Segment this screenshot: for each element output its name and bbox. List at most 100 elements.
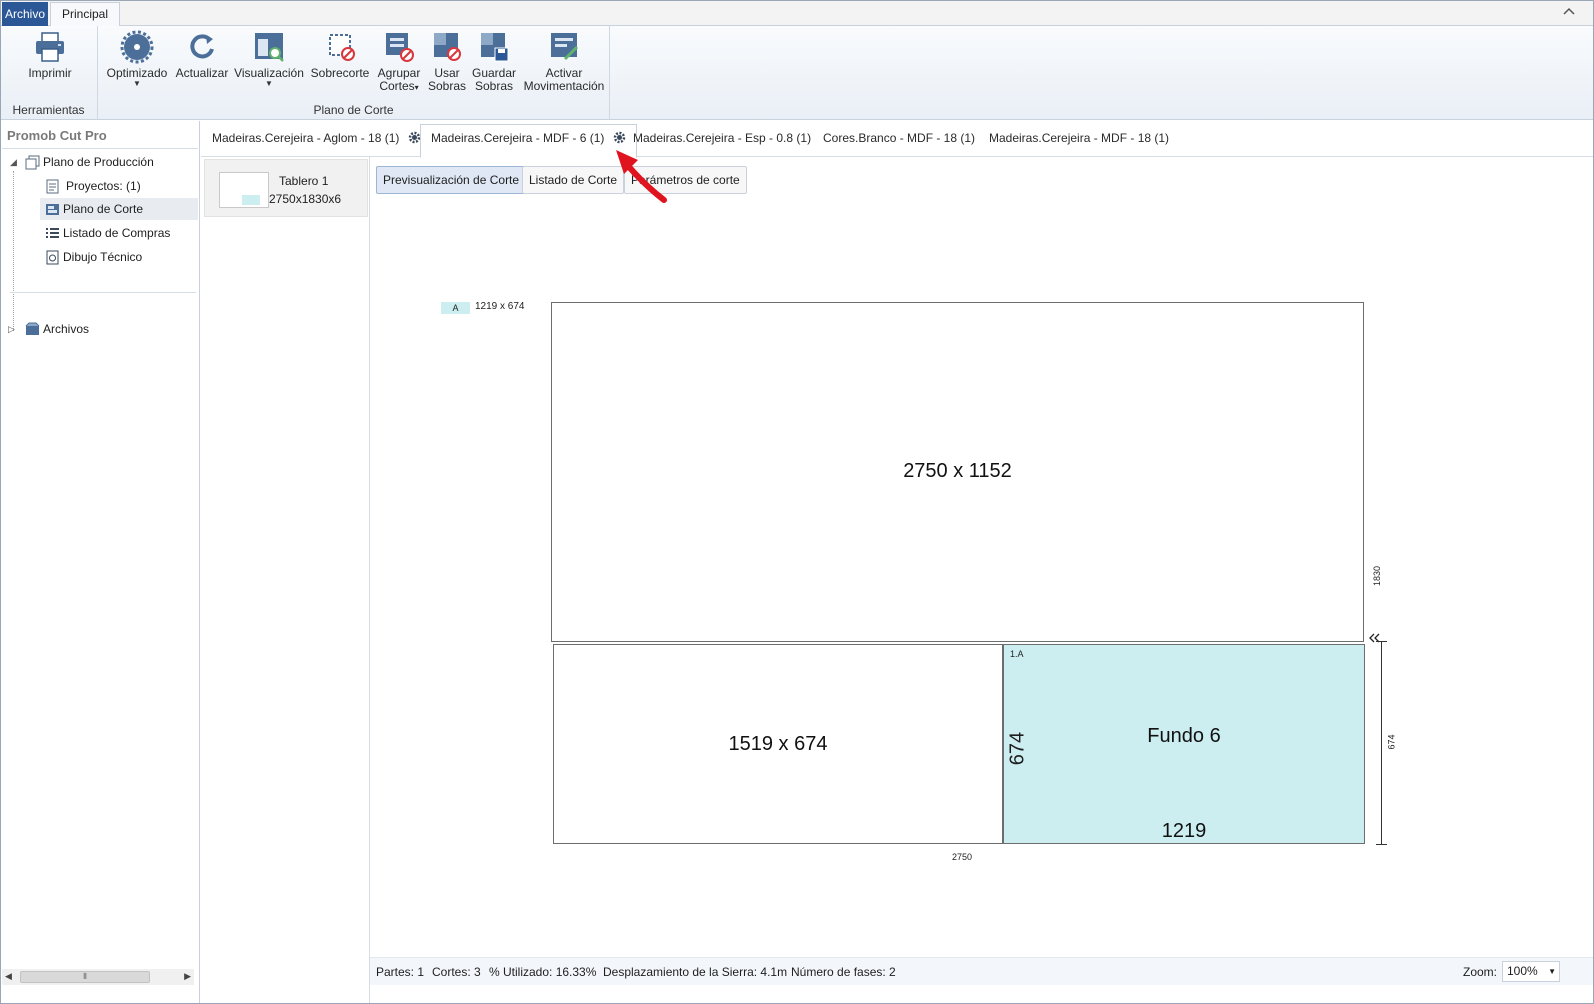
- actualizar-label: Actualizar: [175, 66, 229, 80]
- use-leftovers-icon: [434, 33, 461, 61]
- dimension-sheet-width: 2750: [952, 852, 973, 862]
- gear-icon[interactable]: [408, 131, 421, 144]
- imprimir-label: Imprimir: [28, 66, 72, 80]
- agrupar-label-1: Agrupar: [377, 66, 421, 80]
- tree-item-dibujo-tecnico[interactable]: Dibujo Técnico: [40, 246, 198, 268]
- tab-previsualizacion-de-corte[interactable]: Previsualización de Corte: [376, 166, 527, 194]
- refresh-icon: [190, 34, 214, 59]
- tab-label: Madeiras.Cerejeira - MDF - 18 (1): [989, 131, 1170, 145]
- tree-label: Plano de Corte: [63, 202, 144, 216]
- tree-item-listado-de-compras[interactable]: Listado de Compras: [40, 222, 198, 244]
- usar-label-2: Sobras: [427, 79, 467, 93]
- overcut-icon: [329, 34, 355, 61]
- cut-preview-canvas[interactable]: A 1219 x 674 2750 x 1152 1519 x 674 1.A …: [370, 195, 1594, 957]
- scroll-right-icon[interactable]: ▶: [184, 971, 191, 982]
- scroll-left-icon[interactable]: ◀: [5, 971, 12, 982]
- tab-material-branco-mdf-18[interactable]: Cores.Branco - MDF - 18 (1): [823, 131, 975, 145]
- status-utilizado: % Utilizado: 16.33%: [489, 965, 597, 979]
- part-name: Fundo 6: [1147, 725, 1221, 747]
- dimension-row-height: 674: [1386, 734, 1397, 750]
- tree-item-archivos[interactable]: ▷ Archivos: [8, 318, 198, 340]
- board-dimensions: 2750x1830x6: [269, 192, 342, 206]
- collapse-arrow-icon[interactable]: ◢: [10, 151, 17, 173]
- activar-movimentacion-button[interactable]: Activar Movimentación: [522, 30, 606, 93]
- scrollbar-thumb[interactable]: ⦀: [20, 971, 150, 983]
- group-label-plano-de-corte: Plano de Corte: [313, 103, 394, 117]
- board-list: Tablero 1 2750x1830x6: [202, 157, 370, 1004]
- visualizacion-button[interactable]: Visualización ▼: [234, 30, 304, 88]
- tree-guide-line: [13, 171, 14, 331]
- agrupar-cortes-button[interactable]: Agrupar Cortes▾: [374, 30, 424, 94]
- activar-label-2: Movimentación: [523, 79, 605, 93]
- tree-label: Listado de Compras: [63, 226, 171, 240]
- left-panel: Promob Cut Pro ◢ Plano de Producción Pro…: [0, 121, 200, 1004]
- tree-label: Plano de Producción: [43, 155, 154, 169]
- tab-material-mdf-6[interactable]: Madeiras.Cerejeira - MDF - 6 (1): [420, 124, 637, 158]
- activar-label-1: Activar: [545, 66, 583, 80]
- part-width: 1219: [1161, 820, 1207, 842]
- chevron-down-icon: ▼: [133, 79, 141, 88]
- archive-box-icon: [25, 322, 40, 335]
- collapse-ribbon-icon[interactable]: [1562, 5, 1576, 19]
- tab-principal[interactable]: Principal: [50, 2, 120, 27]
- production-plan-icon: [25, 155, 40, 170]
- activate-movement-icon: [551, 33, 579, 61]
- dimension-cap: [1376, 844, 1387, 845]
- leftover-dimensions: 2750 x 1152: [903, 460, 1012, 482]
- saw-blade-icon: [120, 30, 154, 64]
- part-tag: 1.A: [1010, 649, 1024, 659]
- optimizado-button[interactable]: Optimizado ▼: [104, 30, 170, 88]
- board-thumbnail: [219, 172, 269, 208]
- ribbon: Imprimir Herramientas Optimizado ▼ Actua…: [0, 26, 1594, 120]
- tab-label: Madeiras.Cerejeira - Aglom - 18 (1): [212, 131, 400, 145]
- usar-sobras-button[interactable]: Usar Sobras: [426, 30, 468, 93]
- double-chevron-left-icon[interactable]: [1368, 632, 1382, 644]
- view-layout-icon: [255, 33, 284, 62]
- group-cuts-icon: [386, 33, 414, 62]
- guardar-label-1: Guardar: [471, 66, 517, 80]
- ribbon-group-plano-de-corte: Optimizado ▼ Actualizar Visualización ▼: [98, 26, 610, 120]
- board-list-item[interactable]: Tablero 1 2750x1830x6: [204, 159, 368, 217]
- legend-part-dimensions: 1219 x 674: [475, 301, 525, 312]
- tab-label: Cores.Branco - MDF - 18 (1): [823, 131, 976, 145]
- board-name: Tablero 1: [279, 174, 329, 188]
- board-thumbnail-part: [242, 195, 260, 205]
- zoom-label: Zoom:: [1463, 965, 1498, 979]
- part-fundo-6[interactable]: 1.A Fundo 6 674 1219: [1003, 644, 1365, 844]
- horizontal-scrollbar[interactable]: ◀ ⦀ ▶: [2, 969, 194, 985]
- actualizar-button[interactable]: Actualizar: [174, 30, 230, 80]
- zoom-value: 100%: [1507, 964, 1538, 978]
- leftover-piece-bottom-left[interactable]: 1519 x 674: [553, 644, 1003, 844]
- document-icon: [46, 179, 59, 194]
- dimension-sheet-height: 1830: [1372, 565, 1383, 587]
- legend-part-letter: A: [441, 302, 470, 314]
- expand-arrow-icon[interactable]: ▷: [8, 318, 15, 340]
- guardar-sobras-button[interactable]: Guardar Sobras: [470, 30, 518, 93]
- zoom-select[interactable]: 100% ▼: [1502, 961, 1560, 982]
- status-fases: Número de fases: 2: [791, 965, 896, 979]
- tree-item-plano-de-produccion[interactable]: ◢ Plano de Producción: [8, 151, 198, 173]
- usar-label-1: Usar: [434, 66, 460, 80]
- sobrecorte-button[interactable]: Sobrecorte: [308, 30, 372, 80]
- tree-label: Dibujo Técnico: [63, 250, 143, 264]
- technical-drawing-icon: [46, 250, 59, 265]
- cut-plan-icon: [46, 204, 59, 215]
- tab-label: Madeiras.Cerejeira - MDF - 6 (1): [431, 131, 605, 145]
- tree-label: Proyectos: (1): [66, 179, 141, 193]
- ribbon-tab-bar: Archivo Principal: [0, 0, 1594, 27]
- chevron-down-icon: ▼: [265, 79, 273, 88]
- tree-item-proyectos[interactable]: Proyectos: (1): [40, 175, 198, 197]
- tab-archivo[interactable]: Archivo: [2, 2, 48, 26]
- tree-item-plano-de-corte[interactable]: Plano de Corte: [40, 198, 198, 220]
- imprimir-button[interactable]: Imprimir: [22, 30, 78, 80]
- dimension-line: [1381, 641, 1382, 845]
- tab-material-aglom-18[interactable]: Madeiras.Cerejeira - Aglom - 18 (1): [212, 131, 421, 145]
- leftover-piece-top[interactable]: 2750 x 1152: [551, 302, 1364, 642]
- ribbon-group-herramientas: Imprimir Herramientas: [0, 26, 98, 120]
- dimension-cap: [1376, 641, 1387, 642]
- divider: [10, 292, 196, 293]
- divider: [2, 148, 198, 149]
- tab-material-mdf-18[interactable]: Madeiras.Cerejeira - MDF - 18 (1): [989, 131, 1169, 145]
- panel-title: Promob Cut Pro: [7, 128, 107, 143]
- status-cortes: Cortes: 3: [432, 965, 481, 979]
